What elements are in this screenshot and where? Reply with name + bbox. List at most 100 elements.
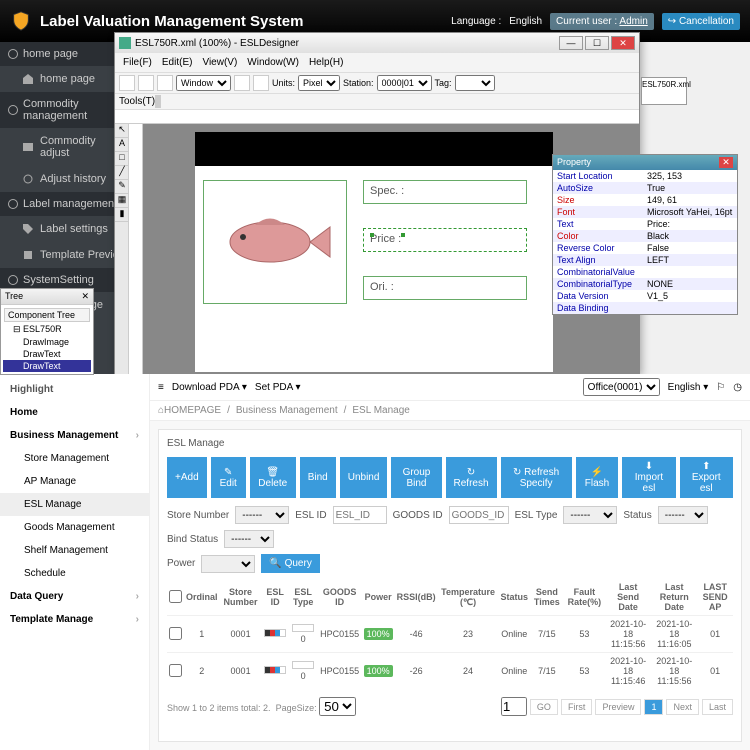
lnav-template[interactable]: Template Manage› xyxy=(0,608,149,631)
table-row[interactable]: 10001 0HPC0155100%-4623Online7/15532021-… xyxy=(167,616,733,653)
current-user-link[interactable]: Admin xyxy=(619,16,647,27)
document-tab[interactable]: ESL750R.xml xyxy=(641,77,687,105)
refresh-specify-button[interactable]: ↻ Refresh Specify xyxy=(501,457,572,498)
tool-open-button[interactable] xyxy=(138,75,154,91)
lnav-shelf[interactable]: Shelf Management xyxy=(0,539,149,562)
menu-window[interactable]: Window(W) xyxy=(243,55,303,70)
menu-file[interactable]: File(F) xyxy=(119,55,156,70)
lnav-dataquery[interactable]: Data Query› xyxy=(0,585,149,608)
tree-root[interactable]: ⊟ ESL750R xyxy=(3,323,91,336)
property-row[interactable]: Start Location325, 153 xyxy=(553,170,737,182)
tag-select[interactable] xyxy=(455,75,495,91)
property-row[interactable]: CombinatorialValue xyxy=(553,266,737,278)
property-row[interactable]: Data VersionV1_5 xyxy=(553,290,737,302)
next-button[interactable]: Next xyxy=(666,699,699,715)
property-row[interactable]: CombinatorialTypeNONE xyxy=(553,278,737,290)
unbind-button[interactable]: Unbind xyxy=(340,457,388,498)
row-checkbox[interactable] xyxy=(169,627,182,640)
delete-button[interactable]: 🗑 Delete xyxy=(250,457,296,498)
lnav-schedule[interactable]: Schedule xyxy=(0,562,149,585)
groupbind-button[interactable]: Group Bind xyxy=(391,457,441,498)
window-min-button[interactable]: — xyxy=(559,36,583,50)
menu-view[interactable]: View(V) xyxy=(198,55,241,70)
import-button[interactable]: ⬇ Import esl xyxy=(622,457,675,498)
window-max-button[interactable]: ☐ xyxy=(585,36,609,50)
units-select[interactable]: Pixel xyxy=(298,75,340,91)
goods-input[interactable] xyxy=(449,506,509,524)
lnav-business[interactable]: Business Management› xyxy=(0,424,149,447)
bc-esl[interactable]: ESL Manage xyxy=(352,405,409,416)
page-1-button[interactable]: 1 xyxy=(644,699,663,715)
cancellation-button[interactable]: ↪ Cancellation xyxy=(662,13,740,30)
tool-text[interactable]: A xyxy=(115,138,129,152)
window-select[interactable]: Window xyxy=(176,75,231,91)
tool-save-button[interactable] xyxy=(157,75,173,91)
designer-titlebar[interactable]: ESL750R.xml (100%) - ESLDesigner — ☐ ✕ xyxy=(115,33,639,53)
tree-close-icon[interactable]: ✕ xyxy=(81,291,89,302)
menu-icon[interactable]: ≡ xyxy=(158,382,164,393)
property-row[interactable]: Data Binding xyxy=(553,302,737,314)
property-close-button[interactable]: ✕ xyxy=(719,157,733,168)
tool-pointer[interactable]: ↖ xyxy=(115,124,129,138)
bindstatus-select[interactable]: ------ xyxy=(224,530,274,548)
product-image-box[interactable] xyxy=(203,180,347,304)
property-row[interactable]: Size149, 61 xyxy=(553,194,737,206)
eslid-input[interactable] xyxy=(333,506,387,524)
price-field[interactable]: Price : xyxy=(363,228,527,252)
tool-zoom-button[interactable] xyxy=(234,75,250,91)
download-pda-button[interactable]: Download PDA ▾ xyxy=(172,382,247,393)
lnav-esl[interactable]: ESL Manage xyxy=(0,493,149,516)
row-checkbox[interactable] xyxy=(169,664,182,677)
bc-bm[interactable]: Business Management xyxy=(236,405,338,416)
first-button[interactable]: First xyxy=(561,699,593,715)
tool-c-button[interactable] xyxy=(159,95,161,108)
tool-image[interactable]: ▦ xyxy=(115,194,129,208)
tool-new-button[interactable] xyxy=(119,75,135,91)
tree-node-drawtext1[interactable]: DrawText xyxy=(3,348,91,360)
tree-node-drawtext2[interactable]: DrawText xyxy=(3,360,91,372)
lnav-home[interactable]: Home xyxy=(0,401,149,424)
tool-line[interactable]: ╱ xyxy=(115,166,129,180)
edit-button[interactable]: ✎ Edit xyxy=(211,457,246,498)
table-row[interactable]: 20001 0HPC0155100%-2624Online7/15532021-… xyxy=(167,653,733,690)
language-select[interactable]: English ▾ xyxy=(668,382,709,393)
language-value[interactable]: English xyxy=(509,16,542,27)
go-button[interactable]: GO xyxy=(530,699,558,715)
property-row[interactable]: ColorBlack xyxy=(553,230,737,242)
set-pda-button[interactable]: Set PDA ▾ xyxy=(255,382,301,393)
tree-node-drawimage[interactable]: DrawImage xyxy=(3,336,91,348)
ori-field[interactable]: Ori. : xyxy=(363,276,527,300)
menu-edit[interactable]: Edit(E) xyxy=(158,55,197,70)
clock-icon[interactable]: ◷ xyxy=(733,382,742,393)
lnav-ap[interactable]: AP Manage xyxy=(0,470,149,493)
spec-field[interactable]: Spec. : xyxy=(363,180,527,204)
bc-home[interactable]: ⌂HOMEPAGE xyxy=(158,405,221,416)
lnav-store[interactable]: Store Management xyxy=(0,447,149,470)
page-input[interactable] xyxy=(501,697,527,716)
property-row[interactable]: Text AlignLEFT xyxy=(553,254,737,266)
store-select[interactable]: ------ xyxy=(235,506,289,524)
office-select[interactable]: Office(0001) xyxy=(583,378,660,396)
export-button[interactable]: ⬆ Export esl xyxy=(680,457,734,498)
query-button[interactable]: 🔍 Query xyxy=(261,554,319,573)
add-button[interactable]: +Add xyxy=(167,457,207,498)
property-row[interactable]: FontMicrosoft YaHei, 16pt xyxy=(553,206,737,218)
refresh-button[interactable]: ↻ Refresh xyxy=(446,457,497,498)
select-all-checkbox[interactable] xyxy=(169,590,182,603)
flag-icon[interactable]: ⚐ xyxy=(716,382,725,393)
prev-button[interactable]: Preview xyxy=(595,699,641,715)
window-close-button[interactable]: ✕ xyxy=(611,36,635,50)
tools-menu[interactable]: Tools(T) xyxy=(119,96,155,107)
pagesize-select[interactable]: 50 xyxy=(319,697,356,716)
property-row[interactable]: Reverse ColorFalse xyxy=(553,242,737,254)
station-select[interactable]: 0000|01 xyxy=(377,75,432,91)
bind-button[interactable]: Bind xyxy=(300,457,336,498)
flash-button[interactable]: ⚡ Flash xyxy=(576,457,619,498)
power-select[interactable] xyxy=(201,555,255,573)
lnav-goods[interactable]: Goods Management xyxy=(0,516,149,539)
tree-tab[interactable]: Component Tree xyxy=(4,308,90,322)
tool-rect[interactable]: □ xyxy=(115,152,129,166)
property-row[interactable]: AutoSizeTrue xyxy=(553,182,737,194)
tool-grid-button[interactable] xyxy=(253,75,269,91)
menu-help[interactable]: Help(H) xyxy=(305,55,347,70)
